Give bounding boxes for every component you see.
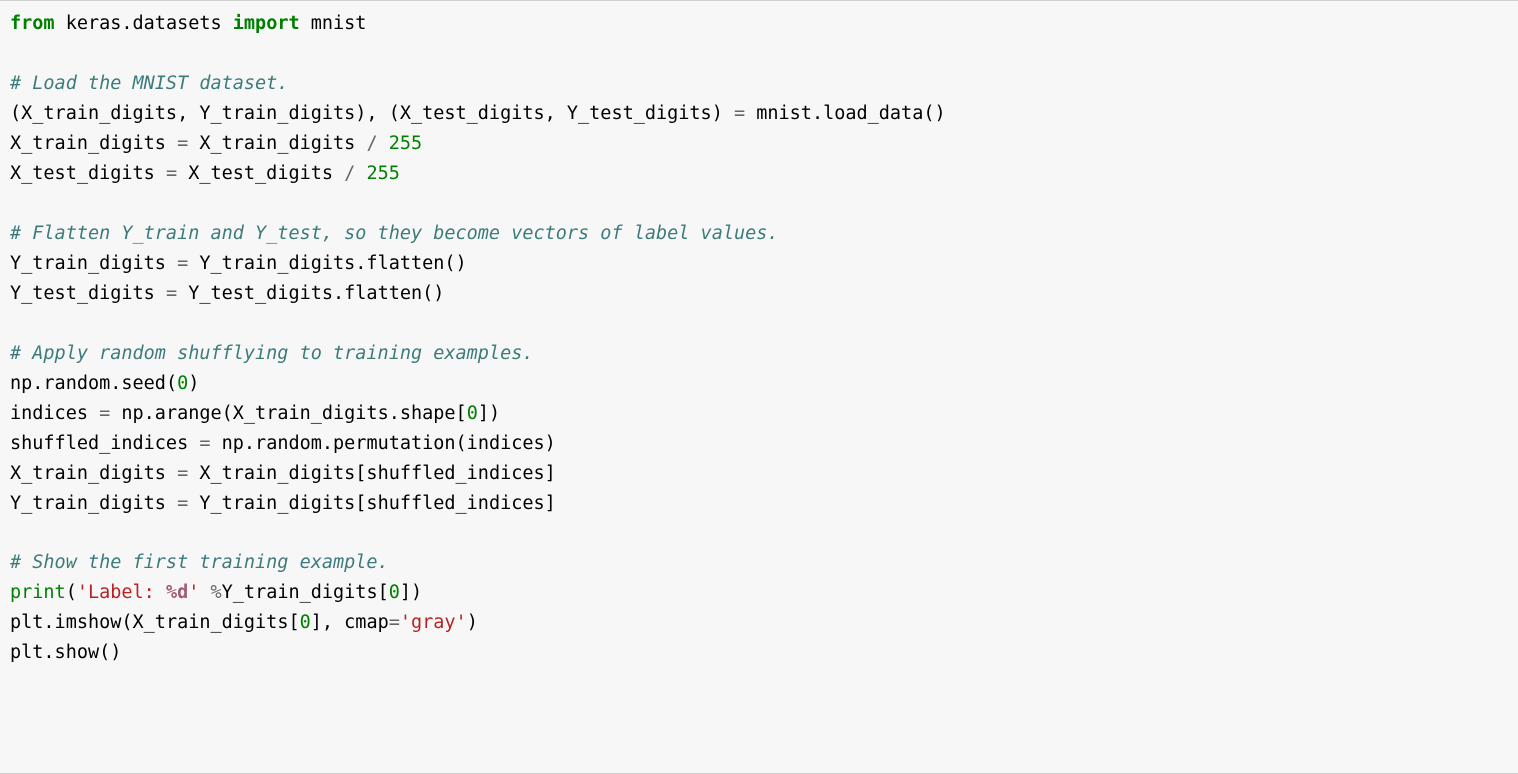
keyword-import: import — [233, 13, 300, 34]
comment: # Load the MNIST dataset. — [10, 73, 288, 94]
code-text: .imshow(X_train_digits[ — [43, 612, 299, 633]
code-text: ]) — [478, 403, 500, 424]
operator: % — [211, 582, 222, 603]
code-text: .show() — [43, 642, 121, 663]
code-text: np — [121, 403, 143, 424]
code-text: ) — [467, 612, 478, 633]
number-literal: 255 — [366, 163, 399, 184]
code-text: X_train_digits — [199, 133, 355, 154]
code-text: Y_train_digits — [199, 253, 355, 274]
code-text: Y_test_digits — [188, 283, 333, 304]
string-literal: 'Label: — [77, 582, 166, 603]
module-name: keras.datasets — [66, 13, 222, 34]
string-format: %d — [166, 582, 188, 603]
code-text: plt — [10, 612, 43, 633]
code-text: X_test_digits — [10, 163, 155, 184]
code-text: X_train_digits[shuffled_indices] — [199, 463, 555, 484]
number-literal: 0 — [177, 373, 188, 394]
code-text: .flatten() — [355, 253, 466, 274]
code-text: mnist — [756, 103, 812, 124]
code-text: plt — [10, 642, 43, 663]
number-literal: 0 — [300, 612, 311, 633]
code-text: .random — [244, 433, 322, 454]
code-text: Y_train_digits[ — [222, 582, 389, 603]
code-text: ( — [66, 582, 77, 603]
code-text: .shape[ — [389, 403, 467, 424]
code-text: np — [10, 373, 32, 394]
operator: = — [177, 493, 188, 514]
string-literal: 'gray' — [400, 612, 467, 633]
code-block[interactable]: from keras.datasets import mnist # Load … — [10, 9, 1508, 668]
operator: = — [734, 103, 745, 124]
comment: # Apply random shufflying to training ex… — [10, 343, 533, 364]
string-literal: ' — [188, 582, 199, 603]
code-text: np — [222, 433, 244, 454]
builtin-print: print — [10, 582, 66, 603]
code-text — [199, 582, 210, 603]
code-text: Y_train_digits[shuffled_indices] — [199, 493, 555, 514]
operator: = — [166, 283, 177, 304]
code-text: .flatten() — [333, 283, 444, 304]
module-name: mnist — [311, 13, 367, 34]
code-text: X_test_digits — [188, 163, 333, 184]
code-text: .permutation(indices) — [322, 433, 556, 454]
code-text: ) — [188, 373, 199, 394]
code-text: ], cmap — [311, 612, 389, 633]
operator: = — [177, 133, 188, 154]
code-text: X_train_digits — [10, 133, 166, 154]
code-text: .seed( — [110, 373, 177, 394]
number-literal: 255 — [389, 133, 422, 154]
operator: = — [389, 612, 400, 633]
operator: = — [177, 463, 188, 484]
code-text: X_train_digits — [10, 463, 166, 484]
code-text: ]) — [400, 582, 422, 603]
number-literal: 0 — [467, 403, 478, 424]
operator: = — [99, 403, 110, 424]
code-text: Y_train_digits — [10, 253, 166, 274]
code-text: .arange(X_train_digits — [144, 403, 389, 424]
code-text: shuffled_indices — [10, 433, 188, 454]
keyword-from: from — [10, 13, 55, 34]
code-text: .load_data() — [812, 103, 946, 124]
code-text: indices — [10, 403, 88, 424]
comment: # Flatten Y_train and Y_test, so they be… — [10, 223, 779, 244]
code-text: (X_train_digits, Y_train_digits), (X_tes… — [10, 103, 723, 124]
operator: / — [344, 163, 355, 184]
code-text: Y_test_digits — [10, 283, 155, 304]
comment: # Show the first training example. — [10, 552, 389, 573]
code-cell[interactable]: from keras.datasets import mnist # Load … — [0, 0, 1518, 774]
number-literal: 0 — [389, 582, 400, 603]
operator: = — [177, 253, 188, 274]
operator: = — [166, 163, 177, 184]
code-text: Y_train_digits — [10, 493, 166, 514]
operator: / — [366, 133, 377, 154]
operator: = — [199, 433, 210, 454]
code-text: .random — [32, 373, 110, 394]
